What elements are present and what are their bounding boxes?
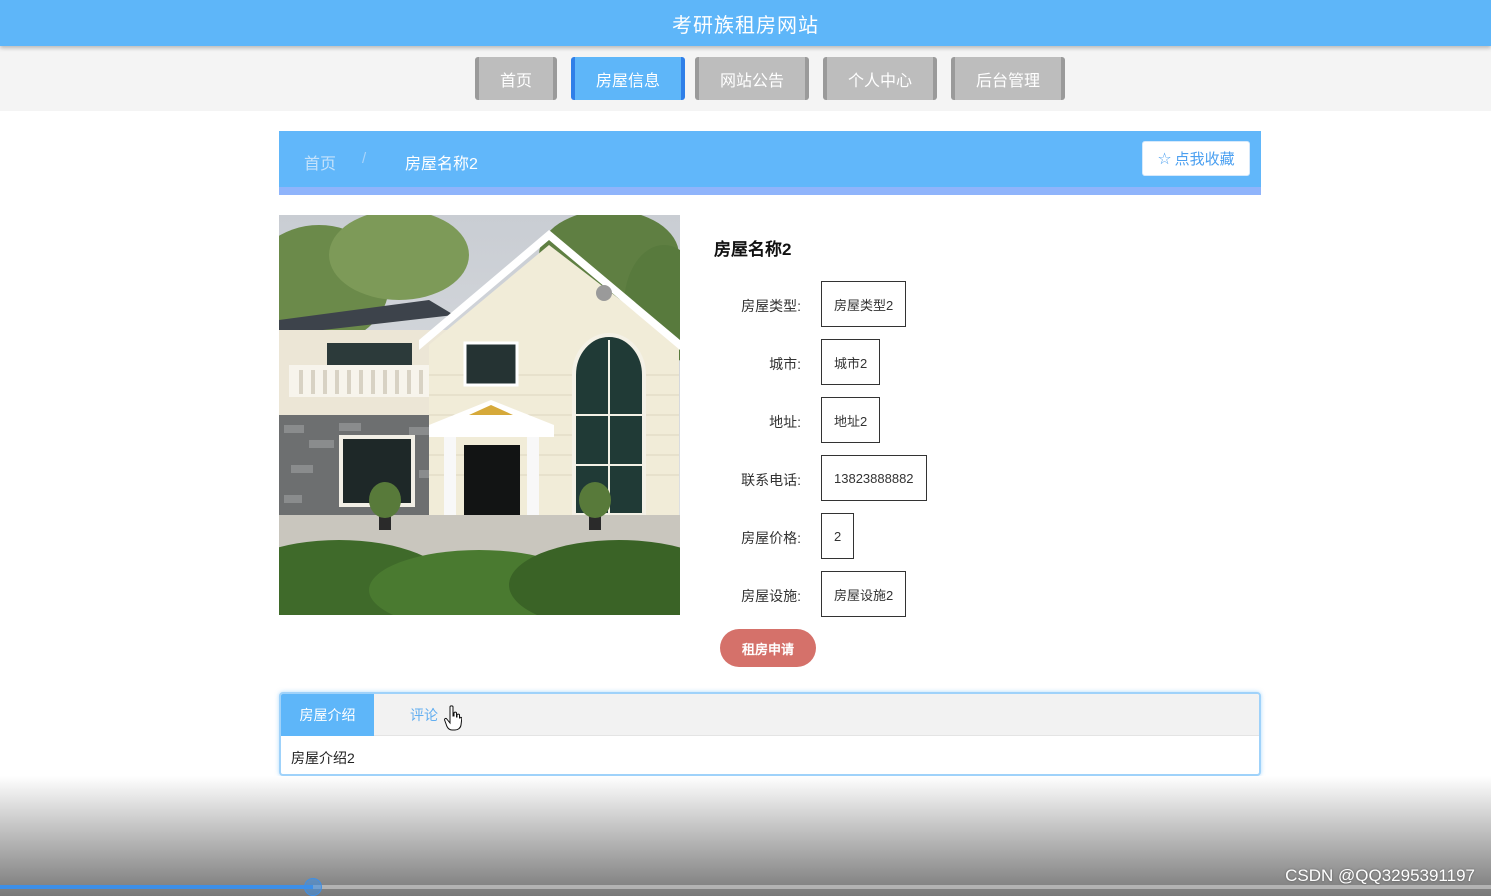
star-outline-icon: ☆	[1157, 150, 1172, 168]
hand-pointer-icon	[444, 705, 462, 731]
facilities-value: 房屋设施2	[821, 571, 907, 617]
phone-value: 13823888882	[821, 455, 927, 501]
phone-label: 联系电话:	[741, 472, 801, 488]
rent-apply-button[interactable]: 租房申请	[720, 629, 816, 667]
video-seek-handle[interactable]	[304, 878, 322, 896]
tab-content: 房屋介绍2	[291, 750, 355, 766]
favorite-button-label: 点我收藏	[1174, 151, 1235, 168]
house-photo	[279, 215, 680, 615]
video-player-overlay	[0, 776, 1491, 896]
price-value: 2	[821, 513, 855, 559]
house-tabs: 房屋介绍 评论 房屋介绍2	[279, 692, 1261, 776]
breadcrumb-home-link[interactable]: 首页	[304, 150, 336, 174]
breadcrumb-current: 房屋名称2	[405, 156, 478, 173]
house-type-value: 房屋类型2	[821, 281, 907, 327]
house-name-heading: 房屋名称2	[714, 240, 792, 259]
price-label: 房屋价格:	[741, 530, 801, 546]
nav-item-personal-center[interactable]: 个人中心	[823, 57, 937, 100]
video-seek-bar[interactable]	[0, 878, 1491, 896]
video-seek-progress	[0, 885, 313, 889]
address-value: 地址2	[821, 397, 881, 443]
main-nav: 首页 房屋信息 网站公告 个人中心 后台管理	[0, 46, 1491, 111]
facilities-label: 房屋设施:	[741, 588, 801, 604]
favorite-button[interactable]: ☆ 点我收藏	[1142, 141, 1250, 176]
city-value: 城市2	[821, 339, 881, 385]
tab-header: 房屋介绍 评论	[281, 694, 1259, 736]
breadcrumb: 首页 / 房屋名称2 ☆ 点我收藏	[279, 131, 1261, 195]
tab-house-intro[interactable]: 房屋介绍	[281, 694, 374, 736]
city-label: 城市:	[769, 356, 801, 372]
house-type-label: 房屋类型:	[741, 298, 801, 314]
site-title: 考研族租房网站	[672, 14, 819, 37]
watermark: CSDN @QQ3295391197	[1285, 866, 1475, 885]
breadcrumb-separator: /	[362, 150, 367, 167]
nav-item-home[interactable]: 首页	[475, 57, 557, 100]
site-header: 考研族租房网站	[0, 0, 1491, 46]
nav-item-announcements[interactable]: 网站公告	[695, 57, 809, 100]
nav-item-admin[interactable]: 后台管理	[951, 57, 1065, 100]
nav-item-house-info[interactable]: 房屋信息	[571, 57, 685, 100]
address-label: 地址:	[769, 414, 801, 430]
